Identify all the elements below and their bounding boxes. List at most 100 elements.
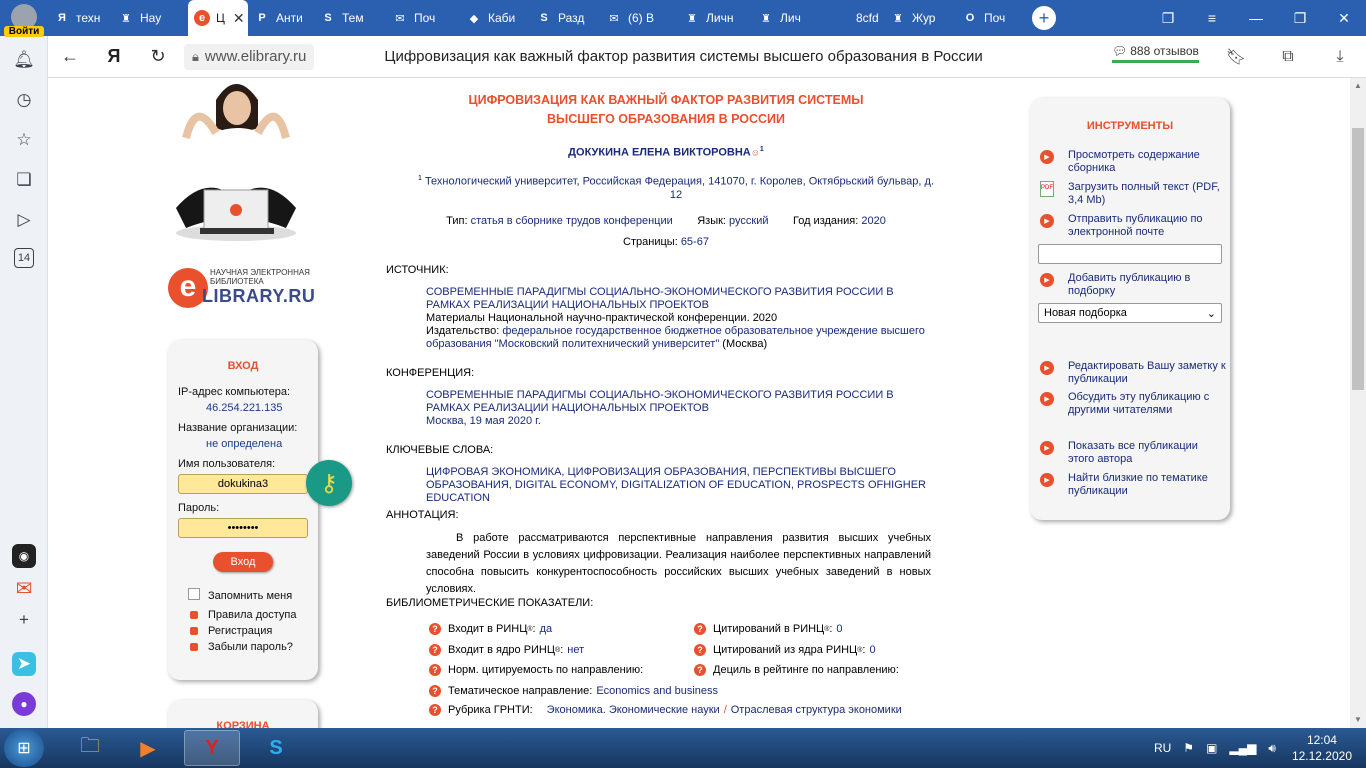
device-icon[interactable]: ▣ <box>1206 741 1217 755</box>
clock[interactable]: 12:04 12.12.2020 <box>1292 732 1352 764</box>
tool-discuss[interactable]: ▶ Обсудить эту публикацию с другими читат… <box>1040 391 1226 417</box>
browser-tab[interactable]: P Анти <box>248 0 314 36</box>
remember-checkbox[interactable] <box>188 588 200 600</box>
browser-tab[interactable]: S Тем <box>314 0 386 36</box>
skype-icon[interactable]: S <box>248 730 304 766</box>
restore-button[interactable]: ❐ <box>1278 10 1322 27</box>
bm-topic-link[interactable]: Economics and business <box>596 685 718 697</box>
yandex-button[interactable]: Я <box>92 46 136 67</box>
tool-send-email[interactable]: ▶ Отправить публикацию по электронной поч… <box>1040 213 1226 239</box>
alice-icon[interactable]: ● <box>12 692 36 716</box>
password-input[interactable] <box>178 518 308 538</box>
tabs-menu-icon[interactable]: ❐ <box>1146 10 1190 27</box>
mail-icon[interactable]: ✉ <box>12 576 36 600</box>
media-player-icon[interactable]: ▶ <box>120 730 176 766</box>
back-button[interactable]: ← <box>48 46 92 67</box>
publisher-link[interactable]: федеральное государственное бюджетное об… <box>426 325 925 350</box>
help-icon[interactable]: ? <box>429 664 441 676</box>
arrow-icon: ▶ <box>1040 273 1054 287</box>
tab-favicon-icon: S <box>540 12 548 24</box>
bm-core-citations-label: Цитирований из ядра РИНЦ <box>713 644 858 656</box>
play-icon[interactable]: ▷ <box>12 208 36 232</box>
browser-tab[interactable]: ♜ Жур <box>884 0 956 36</box>
close-window-button[interactable]: ✕ <box>1322 10 1366 27</box>
key-icon[interactable]: ⚷ <box>306 460 352 506</box>
email-input[interactable] <box>1038 244 1222 264</box>
explorer-icon[interactable]: 🗀︎ <box>62 730 118 766</box>
keywords-links[interactable]: ЦИФРОВАЯ ЭКОНОМИКА, ЦИФРОВИЗАЦИЯ ОБРАЗОВ… <box>426 466 926 505</box>
forgot-password-link[interactable]: Забыли пароль? <box>208 641 293 653</box>
register-link[interactable]: Регистрация <box>208 625 272 637</box>
start-button[interactable]: ⊞ <box>4 729 44 767</box>
calendar-icon[interactable]: 14 <box>14 248 34 268</box>
bookmark-icon[interactable]: 🔖︎ <box>1210 47 1262 67</box>
login-avatar[interactable]: Войти <box>4 4 44 37</box>
collections-icon[interactable]: ❏ <box>12 168 36 192</box>
history-icon[interactable]: ◷ <box>12 88 36 112</box>
tool-view-contents[interactable]: ▶ Просмотреть содержание сборника <box>1040 149 1226 175</box>
yandex-browser-icon[interactable]: Y <box>184 730 240 766</box>
browser-tab[interactable]: ◆ Каби <box>460 0 530 36</box>
messenger-icon[interactable]: ➤ <box>12 652 36 676</box>
tool-edit-note[interactable]: ▶ Редактировать Вашу заметку к публикации <box>1040 360 1226 386</box>
source-title-link[interactable]: СОВРЕМЕННЫЕ ПАРАДИГМЫ СОЦИАЛЬНО-ЭКОНОМИЧ… <box>426 286 926 312</box>
new-tab-button[interactable]: + <box>1032 6 1056 30</box>
extensions-icon[interactable]: ⧉ <box>1262 48 1314 66</box>
menu-icon[interactable]: ≡ <box>1190 10 1234 26</box>
tool-similar-publications[interactable]: ▶ Найти близкие по тематике публикации <box>1040 472 1226 498</box>
help-icon[interactable]: ? <box>429 644 441 656</box>
conference-title-link[interactable]: СОВРЕМЕННЫЕ ПАРАДИГМЫ СОЦИАЛЬНО-ЭКОНОМИЧ… <box>426 389 926 415</box>
author-name[interactable]: ДОКУКИНА ЕЛЕНА ВИКТОРОВНА <box>568 147 751 159</box>
browser-tab[interactable]: ♜ Личн <box>678 0 752 36</box>
reviews-badge[interactable]: 💬︎ 888 отзывов <box>1112 44 1199 63</box>
author-profile-icon[interactable]: ☺ <box>751 148 760 158</box>
browser-tab[interactable]: O Поч <box>956 0 1022 36</box>
help-icon[interactable]: ? <box>694 623 706 635</box>
browser-tab[interactable]: 8cfd <box>828 0 884 36</box>
tab-label: техн <box>76 11 101 25</box>
browser-tab[interactable]: ♜ Лич <box>752 0 828 36</box>
bm-grnti-link-2[interactable]: Отраслевая структура экономики <box>731 704 902 716</box>
bell-icon[interactable]: 🔔︎ <box>12 48 36 72</box>
bm-topic-label: Тематическое направление: <box>448 685 593 697</box>
alice-camera-icon[interactable]: ◉ <box>12 544 36 568</box>
page-scrollbar[interactable]: ▲ ▼ <box>1350 78 1366 728</box>
browser-tab[interactable]: Ятехн <box>48 0 112 36</box>
url-field[interactable]: 🔒︎ www.elibrary.ru <box>184 43 315 70</box>
language-indicator[interactable]: RU <box>1154 741 1171 755</box>
close-tab-icon[interactable]: ✕ <box>233 10 245 27</box>
username-input[interactable] <box>178 474 308 494</box>
help-icon[interactable]: ? <box>429 685 441 697</box>
add-panel-icon[interactable]: + <box>12 608 36 632</box>
scroll-up-icon[interactable]: ▲ <box>1350 78 1366 94</box>
minimize-button[interactable]: — <box>1234 10 1278 26</box>
volume-icon[interactable]: 🔊︎ <box>1268 741 1276 756</box>
arrow-icon: ▶ <box>1040 150 1054 164</box>
tool-author-publications[interactable]: ▶ Показать все публикации этого автора <box>1040 440 1226 466</box>
collection-select[interactable]: Новая подборка ⌄ <box>1038 303 1222 323</box>
help-icon[interactable]: ? <box>694 644 706 656</box>
help-icon[interactable]: ? <box>429 704 441 716</box>
bm-grnti-link-1[interactable]: Экономика. Экономические науки <box>547 704 720 716</box>
download-icon[interactable]: ⤓ <box>1314 48 1366 66</box>
star-icon[interactable]: ☆ <box>12 128 36 152</box>
browser-tab[interactable]: e Ц ✕ <box>188 0 248 36</box>
flag-icon[interactable]: ⚑ <box>1183 741 1194 755</box>
browser-tab[interactable]: ✉ (6) В <box>600 0 678 36</box>
browser-tab[interactable]: ♜ Нау <box>112 0 188 36</box>
tool-download-pdf[interactable]: PDF Загрузить полный текст (PDF, 3,4 Mb) <box>1040 181 1226 207</box>
reload-button[interactable]: ↻ <box>136 46 180 67</box>
tool-add-to-collection[interactable]: ▶ Добавить публикацию в подборку <box>1040 272 1226 298</box>
access-rules-link[interactable]: Правила доступа <box>208 609 297 621</box>
taskbar: ⊞ 🗀︎ ▶ Y S RU ⚑ ▣ ▂▄▆ 🔊︎ 12:04 12.12.202… <box>0 728 1366 768</box>
scroll-down-icon[interactable]: ▼ <box>1350 712 1366 728</box>
help-icon[interactable]: ? <box>694 664 706 676</box>
network-icon[interactable]: ▂▄▆ <box>1229 741 1256 755</box>
browser-tab[interactable]: ✉ Поч <box>386 0 460 36</box>
help-icon[interactable]: ? <box>429 623 441 635</box>
scroll-thumb[interactable] <box>1352 128 1364 390</box>
browser-tab[interactable]: S Разд <box>530 0 600 36</box>
login-button[interactable]: Вход <box>213 552 273 572</box>
elibrary-logo[interactable]: e НАУЧНАЯ ЭЛЕКТРОННАЯ БИБЛИОТЕКА LIBRARY… <box>168 266 328 310</box>
conference-block: СОВРЕМЕННЫЕ ПАРАДИГМЫ СОЦИАЛЬНО-ЭКОНОМИЧ… <box>426 389 926 428</box>
